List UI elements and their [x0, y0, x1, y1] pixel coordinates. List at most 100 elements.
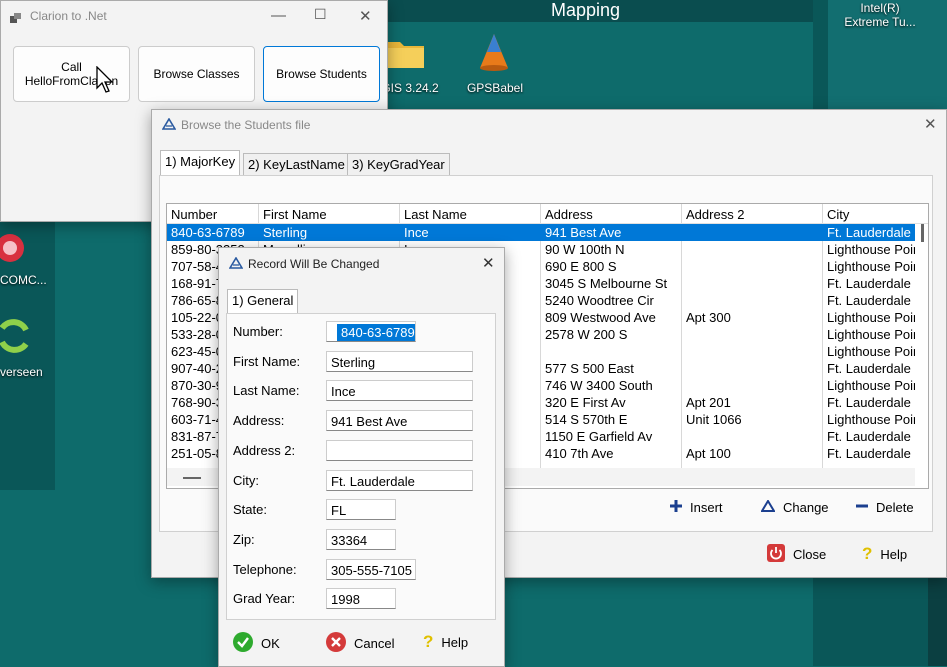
title-bar[interactable]: Clarion to .Net — ☐ ✕	[1, 1, 387, 31]
browse-classes-button[interactable]: Browse Classes	[138, 46, 255, 102]
field-label: State:	[233, 502, 267, 518]
question-icon: ?	[862, 544, 873, 563]
close-icon[interactable]: ✕	[482, 254, 495, 272]
field-label: Grad Year:	[233, 591, 296, 607]
table-cell[interactable]: Lighthouse Point	[827, 412, 915, 427]
intel-icon-label[interactable]: Intel(R) Extreme Tu...	[830, 1, 930, 29]
tab-majorkey[interactable]: 1) MajorKey	[160, 150, 241, 176]
close-icon[interactable]: ✕	[359, 7, 372, 25]
check-icon	[233, 632, 253, 655]
field-input[interactable]	[326, 439, 473, 461]
table-cell[interactable]: Lighthouse Point	[827, 378, 915, 393]
cancel-button[interactable]: Cancel	[326, 632, 394, 655]
desktop-icon-label[interactable]: verseen	[0, 365, 45, 379]
table-cell[interactable]: 809 Westwood Ave	[545, 310, 680, 325]
table-cell[interactable]: Sterling	[263, 225, 398, 240]
comc-icon[interactable]	[0, 228, 32, 266]
gpsbabel-icon[interactable]	[476, 32, 512, 72]
table-cell[interactable]: Apt 100	[686, 446, 821, 461]
minimize-icon[interactable]: —	[271, 7, 286, 24]
insert-button[interactable]: Insert	[670, 500, 723, 515]
tab-keygradyear[interactable]: 3) KeyGradYear	[347, 153, 450, 176]
table-cell[interactable]: 941 Best Ave	[545, 225, 680, 240]
table-cell[interactable]: Ft. Lauderdale	[827, 225, 915, 240]
ok-label: OK	[261, 636, 280, 651]
table-cell[interactable]: Ft. Lauderdale	[827, 276, 915, 291]
table-cell[interactable]: 410 7th Ave	[545, 446, 680, 461]
window-title: Clarion to .Net	[30, 9, 107, 23]
window-title: Browse the Students file	[181, 118, 311, 132]
minus-icon	[856, 500, 868, 515]
help-label: Help	[441, 634, 469, 650]
table-cell[interactable]: 840-63-6789	[171, 225, 257, 240]
column-header[interactable]: Last Name	[404, 207, 467, 222]
table-cell[interactable]: Apt 300	[686, 310, 821, 325]
table-cell[interactable]: Lighthouse Point	[827, 259, 915, 274]
table-cell[interactable]: Lighthouse Point	[827, 242, 915, 257]
desktop-icon-label[interactable]: GPSBabel	[460, 81, 530, 95]
close-button[interactable]: Close	[767, 544, 826, 565]
change-button[interactable]: Change	[760, 499, 829, 515]
field-input[interactable]: 1998	[326, 588, 396, 610]
field-label: Address 2:	[233, 442, 296, 458]
vertical-scrollbar[interactable]	[919, 224, 925, 464]
help-button[interactable]: ? Help	[862, 544, 907, 564]
tab-keylastname[interactable]: 2) KeyLastName	[243, 153, 350, 176]
table-cell[interactable]: 690 E 800 S	[545, 259, 680, 274]
table-cell[interactable]: Ince	[404, 225, 539, 240]
column-header[interactable]: City	[827, 207, 849, 222]
field-input[interactable]: 305-555-7105	[326, 558, 416, 580]
table-cell[interactable]: Ft. Lauderdale	[827, 395, 915, 410]
browse-students-button[interactable]: Browse Students	[263, 46, 380, 102]
title-bar[interactable]: Browse the Students file ✕	[152, 110, 946, 140]
cancel-icon	[326, 632, 346, 655]
dialog-title: Record Will Be Changed	[248, 257, 380, 271]
field-input[interactable]: 33364	[326, 528, 396, 550]
maximize-icon[interactable]: ☐	[314, 6, 327, 23]
table-cell[interactable]: Lighthouse Point	[827, 344, 915, 359]
table-cell[interactable]: Ft. Lauderdale	[827, 446, 915, 461]
table-cell[interactable]: 3045 S Melbourne St	[545, 276, 680, 291]
field-input[interactable]: Ft. Lauderdale	[326, 469, 473, 491]
field-input[interactable]: Sterling	[326, 350, 473, 372]
table-cell[interactable]: Unit 1066	[686, 412, 821, 427]
column-header[interactable]: Address 2	[686, 207, 745, 222]
triangle-icon	[760, 499, 776, 515]
field-input[interactable]: Ince	[326, 380, 473, 402]
table-cell[interactable]: Lighthouse Point	[827, 327, 915, 342]
sync-icon[interactable]	[0, 316, 32, 356]
column-header[interactable]: Number	[171, 207, 217, 222]
field-input[interactable]: 941 Best Ave	[326, 410, 473, 432]
record-dialog: Record Will Be Changed ✕ 1) General Numb…	[218, 247, 505, 667]
close-icon[interactable]: ✕	[924, 115, 937, 133]
field-input[interactable]: 840-63-6789	[326, 321, 416, 342]
folder-icon[interactable]	[386, 36, 426, 70]
insert-label: Insert	[690, 500, 723, 515]
table-cell[interactable]: 5240 Woodtree Cir	[545, 293, 680, 308]
table-cell[interactable]: 2578 W 200 S	[545, 327, 680, 342]
table-cell[interactable]: Apt 201	[686, 395, 821, 410]
column-header[interactable]: First Name	[263, 207, 327, 222]
title-bar[interactable]: Record Will Be Changed ✕	[219, 248, 504, 278]
desktop-icon-label[interactable]: COMC...	[0, 273, 47, 287]
table-cell[interactable]: 90 W 100th N	[545, 242, 680, 257]
desktop-icon-label[interactable]: GIS 3.24.2	[380, 81, 440, 95]
delete-button[interactable]: Delete	[856, 500, 914, 515]
field-input[interactable]: FL	[326, 499, 396, 521]
table-cell[interactable]: Ft. Lauderdale	[827, 361, 915, 376]
tab-general[interactable]: 1) General	[227, 289, 299, 314]
field-label: Zip:	[233, 531, 255, 547]
table-cell[interactable]: 514 S 570th E	[545, 412, 680, 427]
table-cell[interactable]: Ft. Lauderdale	[827, 429, 915, 444]
column-header[interactable]: Address	[545, 207, 593, 222]
table-cell[interactable]: 746 W 3400 South	[545, 378, 680, 393]
table-cell[interactable]: Ft. Lauderdale	[827, 293, 915, 308]
help-button[interactable]: ? Help	[423, 632, 468, 652]
table-cell[interactable]: Lighthouse Point	[827, 310, 915, 325]
plus-icon	[670, 500, 682, 515]
cursor-icon	[96, 65, 114, 94]
ok-button[interactable]: OK	[233, 632, 280, 655]
table-cell[interactable]: 320 E First Av	[545, 395, 680, 410]
table-cell[interactable]: 577 S 500 East	[545, 361, 680, 376]
table-cell[interactable]: 1150 E Garfield Av	[545, 429, 680, 444]
